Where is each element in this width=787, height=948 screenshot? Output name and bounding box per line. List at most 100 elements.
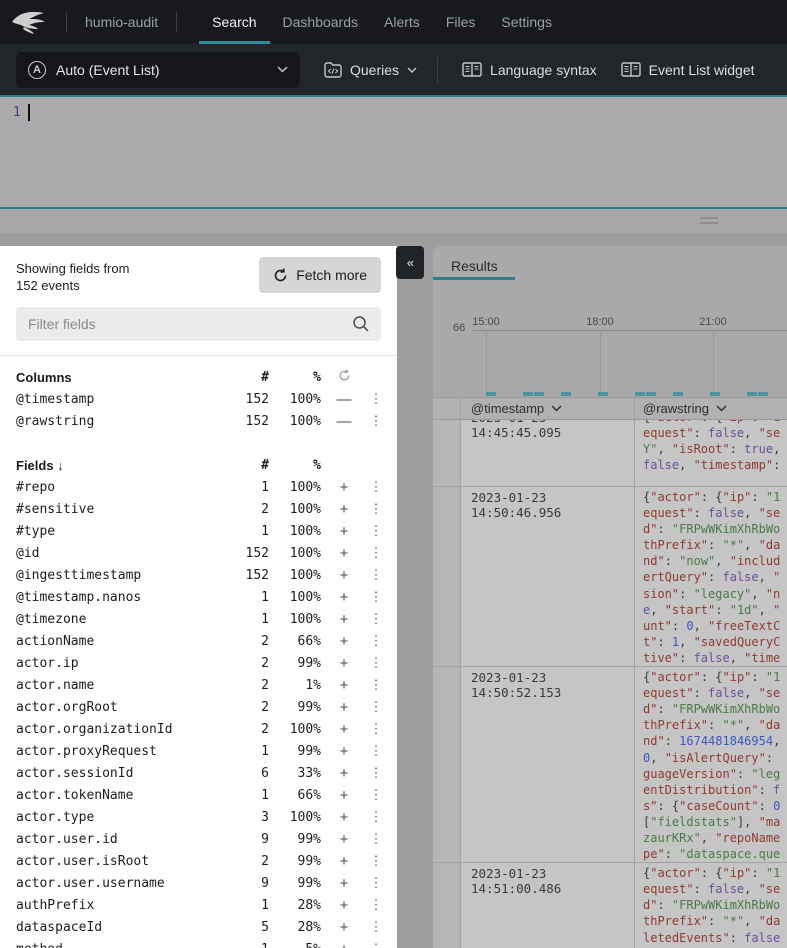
- field-row-dataspaceId[interactable]: dataspaceId528%+⋮: [16, 916, 385, 938]
- language-syntax-button[interactable]: Language syntax: [462, 62, 597, 78]
- field-menu-kebab-icon[interactable]: ⋮: [367, 941, 385, 948]
- event-timeline-chart[interactable]: 66 15:0018:0021:00: [433, 280, 787, 397]
- row-gutter[interactable]: [433, 863, 461, 948]
- field-menu-kebab-icon[interactable]: ⋮: [367, 479, 385, 495]
- field-menu-kebab-icon[interactable]: ⋮: [367, 567, 385, 583]
- field-row-#repo[interactable]: #repo1100%+⋮: [16, 476, 385, 498]
- add-field-as-column-button[interactable]: +: [321, 809, 367, 826]
- nav-tab-dashboards[interactable]: Dashboards: [270, 0, 372, 44]
- add-field-as-column-button[interactable]: +: [321, 853, 367, 870]
- add-field-as-column-button[interactable]: +: [321, 919, 367, 936]
- field-row-#sensitive[interactable]: #sensitive2100%+⋮: [16, 498, 385, 520]
- nav-tab-files[interactable]: Files: [433, 0, 489, 44]
- column-row-@timestamp[interactable]: @timestamp152100%—⋮: [16, 388, 385, 410]
- add-field-as-column-button[interactable]: +: [321, 479, 367, 496]
- add-field-as-column-button[interactable]: +: [321, 875, 367, 892]
- remove-column-button[interactable]: —: [321, 413, 367, 430]
- field-menu-kebab-icon[interactable]: ⋮: [367, 677, 385, 693]
- field-row-#type[interactable]: #type1100%+⋮: [16, 520, 385, 542]
- add-field-as-column-button[interactable]: +: [321, 611, 367, 628]
- field-row-actor.tokenName[interactable]: actor.tokenName166%+⋮: [16, 784, 385, 806]
- field-menu-kebab-icon[interactable]: ⋮: [367, 787, 385, 803]
- add-field-as-column-button[interactable]: +: [321, 721, 367, 738]
- filter-fields-input[interactable]: [16, 307, 381, 341]
- crowdstrike-logo[interactable]: [0, 0, 66, 44]
- add-field-as-column-button[interactable]: +: [321, 633, 367, 650]
- histogram-bar[interactable]: [646, 392, 656, 396]
- queries-menu-button[interactable]: Queries: [324, 62, 417, 78]
- histogram-bar[interactable]: [523, 392, 533, 396]
- field-row-actor.proxyRequest[interactable]: actor.proxyRequest199%+⋮: [16, 740, 385, 762]
- field-row-actionName[interactable]: actionName266%+⋮: [16, 630, 385, 652]
- field-menu-kebab-icon[interactable]: ⋮: [367, 655, 385, 671]
- histogram-bar[interactable]: [598, 392, 608, 396]
- add-field-as-column-button[interactable]: +: [321, 743, 367, 760]
- add-field-as-column-button[interactable]: +: [321, 699, 367, 716]
- column-row-@rawstring[interactable]: @rawstring152100%—⋮: [16, 410, 385, 432]
- add-field-as-column-button[interactable]: +: [321, 523, 367, 540]
- panel-splitter[interactable]: [0, 209, 787, 233]
- field-menu-kebab-icon[interactable]: ⋮: [367, 809, 385, 825]
- field-row-method[interactable]: method15%+⋮: [16, 938, 385, 948]
- field-row-actor.sessionId[interactable]: actor.sessionId633%+⋮: [16, 762, 385, 784]
- event-row[interactable]: 2023-01-23 14:45:45.095{"actor": {"ip": …: [433, 420, 787, 487]
- histogram-bar[interactable]: [534, 392, 544, 396]
- field-row-actor.organizationId[interactable]: actor.organizationId2100%+⋮: [16, 718, 385, 740]
- nav-tab-alerts[interactable]: Alerts: [371, 0, 433, 44]
- event-list-widget-button[interactable]: Event List widget: [621, 62, 755, 78]
- row-gutter[interactable]: [433, 420, 461, 486]
- event-row[interactable]: 2023-01-23 14:50:52.153{"actor": {"ip": …: [433, 667, 787, 863]
- column-header-timestamp[interactable]: @timestamp: [471, 401, 634, 416]
- add-field-as-column-button[interactable]: +: [321, 589, 367, 606]
- histogram-bar[interactable]: [747, 392, 757, 396]
- field-menu-kebab-icon[interactable]: ⋮: [367, 853, 385, 869]
- tab-results[interactable]: Results: [451, 258, 498, 274]
- field-menu-kebab-icon[interactable]: ⋮: [367, 919, 385, 935]
- add-field-as-column-button[interactable]: +: [321, 545, 367, 562]
- histogram-bar[interactable]: [758, 392, 768, 396]
- field-row-authPrefix[interactable]: authPrefix128%+⋮: [16, 894, 385, 916]
- field-row-actor.user.username[interactable]: actor.user.username999%+⋮: [16, 872, 385, 894]
- field-row-@id[interactable]: @id152100%+⋮: [16, 542, 385, 564]
- row-gutter[interactable]: [433, 667, 461, 862]
- add-field-as-column-button[interactable]: +: [321, 941, 367, 948]
- event-row[interactable]: 2023-01-23 14:50:46.956{"actor": {"ip": …: [433, 487, 787, 667]
- fetch-more-button[interactable]: Fetch more: [259, 257, 381, 293]
- remove-column-button[interactable]: —: [321, 391, 367, 408]
- add-field-as-column-button[interactable]: +: [321, 765, 367, 782]
- histogram-bar[interactable]: [561, 392, 571, 396]
- field-menu-kebab-icon[interactable]: ⋮: [367, 765, 385, 781]
- add-field-as-column-button[interactable]: +: [321, 677, 367, 694]
- field-row-actor.ip[interactable]: actor.ip299%+⋮: [16, 652, 385, 674]
- query-editor[interactable]: 1: [0, 95, 787, 209]
- field-menu-kebab-icon[interactable]: ⋮: [367, 721, 385, 737]
- collapse-fields-panel-button[interactable]: «: [396, 246, 424, 279]
- add-field-as-column-button[interactable]: +: [321, 567, 367, 584]
- field-row-actor.type[interactable]: actor.type3100%+⋮: [16, 806, 385, 828]
- row-gutter[interactable]: [433, 487, 461, 666]
- field-menu-kebab-icon[interactable]: ⋮: [367, 831, 385, 847]
- field-menu-kebab-icon[interactable]: ⋮: [367, 523, 385, 539]
- add-field-as-column-button[interactable]: +: [321, 787, 367, 804]
- drag-handle-icon[interactable]: [700, 217, 718, 227]
- add-field-as-column-button[interactable]: +: [321, 831, 367, 848]
- histogram-bar[interactable]: [486, 392, 496, 396]
- field-menu-kebab-icon[interactable]: ⋮: [367, 589, 385, 605]
- field-menu-kebab-icon[interactable]: ⋮: [367, 875, 385, 891]
- field-row-actor.user.id[interactable]: actor.user.id999%+⋮: [16, 828, 385, 850]
- add-field-as-column-button[interactable]: +: [321, 655, 367, 672]
- field-menu-kebab-icon[interactable]: ⋮: [367, 391, 385, 407]
- field-menu-kebab-icon[interactable]: ⋮: [367, 897, 385, 913]
- repository-name[interactable]: humio-audit: [67, 14, 176, 30]
- field-menu-kebab-icon[interactable]: ⋮: [367, 413, 385, 429]
- add-field-as-column-button[interactable]: +: [321, 897, 367, 914]
- view-selector-dropdown[interactable]: A Auto (Event List): [16, 52, 300, 88]
- field-row-actor.user.isRoot[interactable]: actor.user.isRoot299%+⋮: [16, 850, 385, 872]
- field-menu-kebab-icon[interactable]: ⋮: [367, 699, 385, 715]
- field-menu-kebab-icon[interactable]: ⋮: [367, 611, 385, 627]
- add-field-as-column-button[interactable]: +: [321, 501, 367, 518]
- nav-tab-settings[interactable]: Settings: [488, 0, 565, 44]
- field-row-@timezone[interactable]: @timezone1100%+⋮: [16, 608, 385, 630]
- histogram-bar[interactable]: [635, 392, 645, 396]
- histogram-bar[interactable]: [710, 392, 720, 396]
